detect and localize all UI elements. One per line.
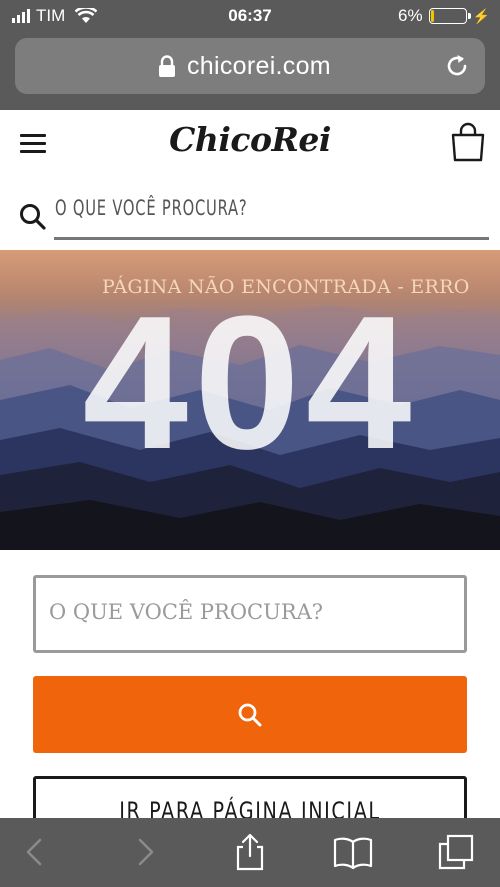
search-input-placeholder: O QUE VOCÊ PROCURA?	[49, 600, 324, 624]
reload-icon[interactable]	[443, 52, 471, 80]
share-icon[interactable]	[230, 832, 270, 872]
bookmarks-icon[interactable]	[333, 832, 373, 872]
status-bar: TIM 06:37 6% ⚡	[0, 0, 500, 32]
search-icon	[238, 703, 262, 727]
back-icon[interactable]	[16, 832, 56, 872]
browser-chrome: TIM 06:37 6% ⚡ chicorei.com	[0, 0, 500, 110]
charging-icon: ⚡	[472, 7, 490, 24]
error-hero: PÁGINA NÃO ENCONTRADA - ERRO 404	[0, 250, 500, 550]
address-bar[interactable]: chicorei.com	[15, 38, 485, 94]
tabs-icon[interactable]	[436, 832, 476, 872]
browser-toolbar	[0, 818, 500, 887]
battery-icon	[428, 8, 471, 24]
search-button[interactable]	[33, 676, 467, 753]
header-search-placeholder: O QUE VOCÊ PROCURA?	[55, 196, 248, 220]
search-input[interactable]: O QUE VOCÊ PROCURA?	[33, 575, 467, 653]
shopping-bag-icon[interactable]	[450, 122, 486, 162]
url-text: chicorei.com	[187, 52, 331, 80]
site-logo[interactable]: ChicoRei	[0, 120, 500, 159]
battery-percent: 6%	[397, 6, 423, 25]
search-underline	[54, 237, 489, 240]
lock-icon	[159, 55, 175, 77]
forward-icon[interactable]	[124, 832, 164, 872]
site-header: ChicoRei O QUE VOCÊ PROCURA?	[0, 110, 500, 250]
search-icon	[20, 204, 46, 230]
error-code: 404	[82, 277, 418, 489]
header-search[interactable]: O QUE VOCÊ PROCURA?	[0, 190, 500, 240]
